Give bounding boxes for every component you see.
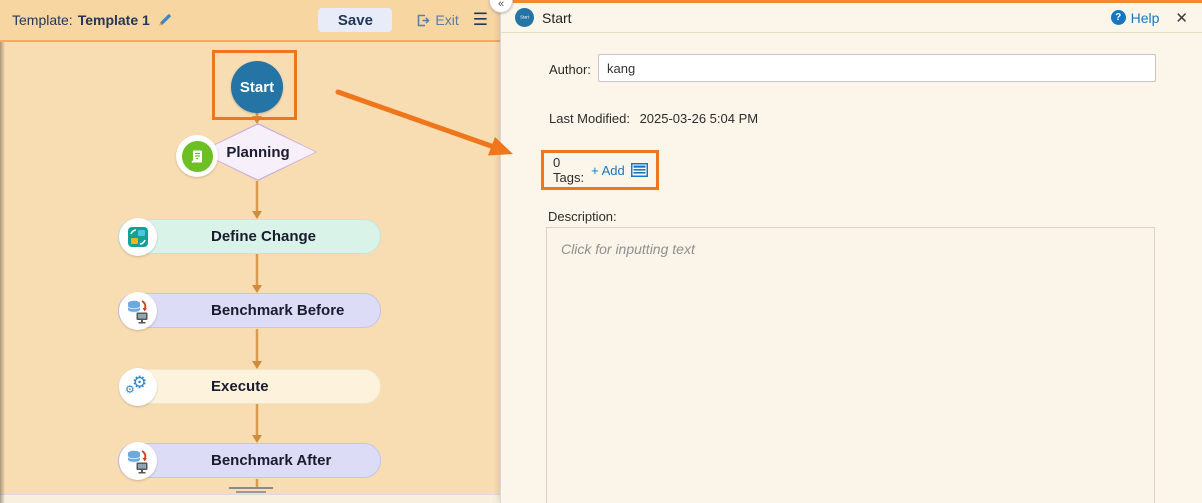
resize-handle[interactable] [236,491,266,493]
help-button[interactable]: ? Help [1110,10,1159,26]
canvas-bottom-strip [0,495,500,503]
exit-button[interactable]: Exit [416,12,459,28]
execute-gears-icon: ⚙ ⚙ [119,368,157,406]
close-icon[interactable]: ✕ [1175,9,1188,27]
tags-annotation-box: 0 Tags: + Add [541,150,659,190]
add-tag-button[interactable]: + Add [591,163,625,178]
start-details-panel: Start Start ? Help ✕ Author: Last Modifi… [500,0,1202,503]
double-chevron-left-icon: « [497,0,505,10]
flow-node-start[interactable]: Start [231,61,283,113]
benchmark-icon [119,442,157,480]
last-modified: Last Modified: 2025-03-26 5:04 PM [549,111,758,126]
edit-template-name-icon[interactable] [157,12,173,28]
planning-review-icon [176,135,218,177]
canvas-header: Template: Template 1 Save Exit ☰ [0,0,500,42]
canvas-left-shadow [0,42,5,503]
start-node-chip-icon: Start [515,8,534,27]
template-name: Template 1 [77,12,150,28]
flow-node-benchmark-before[interactable]: Benchmark Before [118,292,381,330]
last-modified-label: Last Modified: [549,111,630,126]
benchmark-icon [119,292,157,330]
save-button[interactable]: Save [318,8,393,32]
author-label: Author: [549,62,591,77]
template-label: Template: [12,12,73,28]
define-change-icon [119,218,157,256]
author-input[interactable] [598,54,1156,82]
description-label: Description: [548,209,617,224]
help-icon: ? [1110,10,1126,25]
flow-canvas[interactable]: Template: Template 1 Save Exit ☰ Start P… [0,0,500,503]
tag-list-icon[interactable] [630,163,648,177]
flow-node-define-change[interactable]: Define Change [118,218,381,256]
description-textarea[interactable] [546,227,1155,503]
last-modified-value: 2025-03-26 5:04 PM [639,111,759,126]
workflow-template-editor: Template: Template 1 Save Exit ☰ Start P… [0,0,1202,503]
menu-icon[interactable]: ☰ [473,11,488,29]
flow-node-benchmark-after[interactable]: Benchmark After [118,442,381,480]
tags-count: 0 Tags: [553,155,585,185]
panel-title: Start [542,9,572,26]
panel-header: Start Start ? Help ✕ [501,3,1202,33]
exit-icon [418,14,430,26]
flow-node-execute[interactable]: ⚙ ⚙ Execute [118,368,381,406]
resize-handle[interactable] [229,487,273,489]
